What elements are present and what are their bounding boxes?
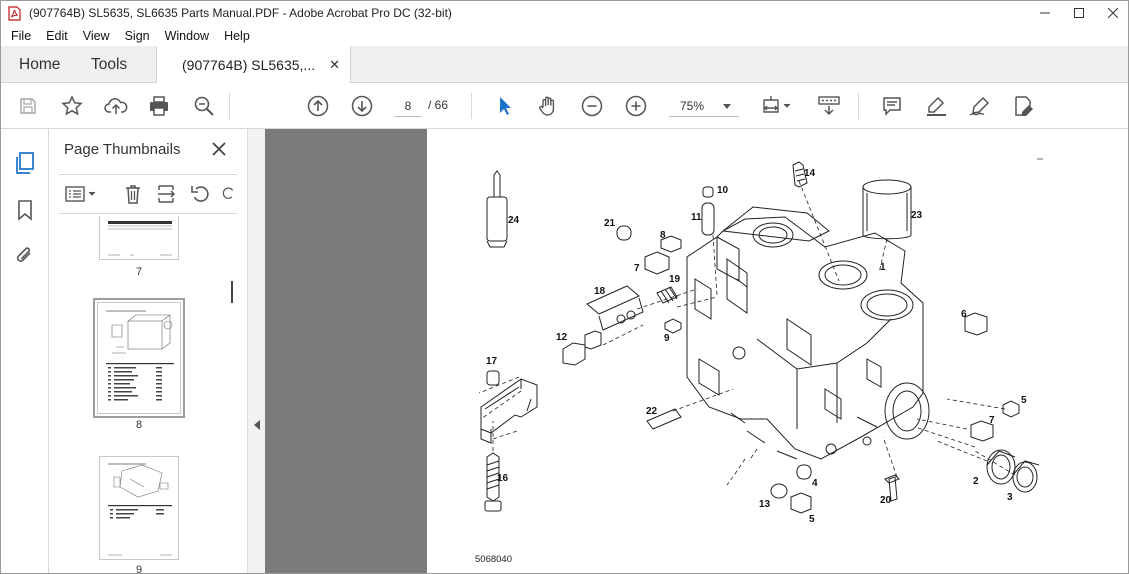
search-zoom-icon[interactable] (191, 94, 217, 118)
chevron-down-icon (723, 104, 731, 109)
zoom-in-icon[interactable] (623, 94, 649, 118)
upload-icon[interactable] (103, 94, 129, 118)
thumbnail-label: 8 (135, 419, 143, 431)
thumbnail-page-8[interactable] (93, 298, 185, 418)
tab-document[interactable]: (907764B) SL5635,... ✕ (156, 46, 352, 83)
callout-6: 6 (961, 309, 967, 320)
thumbnails-panel: Page Thumbnails 7 8 9 (49, 129, 247, 574)
window-title: (907764B) SL5635, SL6635 Parts Manual.PD… (29, 6, 452, 20)
callout-23: 23 (911, 210, 923, 221)
callout-1: 1 (880, 262, 886, 273)
callout-8: 8 (660, 230, 666, 241)
tab-tools[interactable]: Tools (91, 46, 127, 83)
thumbnail-scrollbar[interactable] (231, 217, 233, 573)
callout-11: 11 (691, 212, 702, 223)
thumbnail-label: 7 (135, 266, 143, 278)
callout-19: 19 (669, 274, 681, 285)
callout-21: 21 (604, 218, 616, 229)
acrobat-window: (907764B) SL5635, SL6635 Parts Manual.PD… (0, 0, 1129, 574)
callout-4: 4 (812, 478, 818, 489)
callout-18: 18 (594, 286, 606, 297)
maximize-button[interactable] (1062, 1, 1096, 25)
edit-pdf-icon[interactable] (1011, 94, 1037, 118)
rotate-right-icon[interactable] (221, 183, 237, 205)
thumbnail-page-7[interactable] (99, 216, 179, 260)
callout-13: 13 (759, 499, 771, 510)
callout-20: 20 (880, 495, 892, 506)
scroll-mode-icon[interactable] (815, 94, 843, 118)
callout-24: 24 (508, 215, 520, 226)
pdf-page[interactable]: 1 2 3 4 5 5 6 7 7 8 9 10 11 12 13 14 16 … (427, 129, 1128, 573)
close-tab-icon[interactable]: ✕ (329, 57, 340, 73)
callout-14: 14 (804, 168, 816, 179)
thumbnail-label: 9 (135, 564, 143, 574)
menu-help[interactable]: Help (216, 29, 257, 43)
collapse-panel-icon[interactable] (254, 420, 260, 430)
callout-3: 3 (1007, 492, 1013, 503)
page-total: / 66 (428, 98, 449, 112)
zoom-select[interactable]: 75% (669, 95, 739, 117)
panel-title: Page Thumbnails (64, 141, 181, 158)
rotate-left-icon[interactable] (189, 183, 213, 205)
title-bar: (907764B) SL5635, SL6635 Parts Manual.PD… (1, 1, 1128, 25)
tab-home[interactable]: Home (19, 46, 60, 83)
menu-bar: File Edit View Sign Window Help (1, 25, 1128, 46)
tab-document-label: (907764B) SL5635,... (182, 56, 316, 73)
figure-number: 5068040 (475, 554, 512, 565)
extract-pages-icon[interactable] (155, 183, 179, 205)
panel-splitter[interactable] (247, 129, 265, 573)
delete-page-icon[interactable] (121, 183, 145, 205)
callout-5a: 5 (1021, 395, 1027, 406)
comment-icon[interactable] (879, 94, 905, 118)
callout-9: 9 (664, 333, 670, 344)
hand-icon[interactable] (535, 94, 561, 118)
highlight-icon[interactable] (923, 94, 949, 118)
tab-bar: Home Tools (907764B) SL5635,... ✕ (1, 46, 1128, 83)
page-number-input[interactable]: 8 (394, 95, 422, 117)
callout-17: 17 (486, 356, 498, 367)
callout-12: 12 (556, 332, 568, 343)
thumbnail-toolbar (59, 174, 237, 214)
thumbnail-page-9[interactable] (99, 456, 179, 560)
callout-16: 16 (497, 473, 509, 484)
menu-file[interactable]: File (3, 29, 38, 43)
thumbnail-list: 7 8 9 (59, 216, 231, 574)
save-icon[interactable] (15, 94, 41, 118)
thumbnail-options-icon[interactable] (63, 183, 99, 205)
callout-22: 22 (646, 406, 658, 417)
menu-window[interactable]: Window (157, 29, 216, 43)
sign-icon[interactable] (967, 94, 993, 118)
minimize-button[interactable] (1028, 1, 1062, 25)
page-thumbnails-icon[interactable] (13, 151, 37, 175)
attachments-icon[interactable] (13, 243, 37, 267)
close-window-button[interactable] (1096, 1, 1128, 25)
menu-view[interactable]: View (75, 29, 117, 43)
acrobat-icon (8, 5, 21, 21)
print-icon[interactable] (146, 94, 172, 118)
main-toolbar: 8 / 66 75% (1, 83, 1128, 129)
zoom-value: 75% (680, 98, 705, 113)
select-cursor-icon[interactable] (491, 94, 517, 118)
callout-10: 10 (717, 185, 729, 196)
left-rail (1, 129, 49, 573)
zoom-out-icon[interactable] (579, 94, 605, 118)
next-page-icon[interactable] (349, 94, 375, 118)
callout-2: 2 (973, 476, 979, 487)
menu-edit[interactable]: Edit (38, 29, 75, 43)
bookmark-star-icon[interactable] (59, 94, 85, 118)
close-panel-icon[interactable] (209, 139, 229, 159)
menu-sign[interactable]: Sign (117, 29, 157, 43)
document-area: 1 2 3 4 5 5 6 7 7 8 9 10 11 12 13 14 16 … (265, 129, 1128, 573)
prev-page-icon[interactable] (305, 94, 331, 118)
callout-7a: 7 (634, 263, 640, 274)
page-fit-icon[interactable] (761, 94, 795, 118)
callout-7b: 7 (989, 415, 995, 426)
callout-5b: 5 (809, 514, 815, 525)
bookmarks-icon[interactable] (13, 198, 37, 222)
exploded-parts-drawing: 1 2 3 4 5 5 6 7 7 8 9 10 11 12 13 14 16 … (475, 158, 1043, 565)
